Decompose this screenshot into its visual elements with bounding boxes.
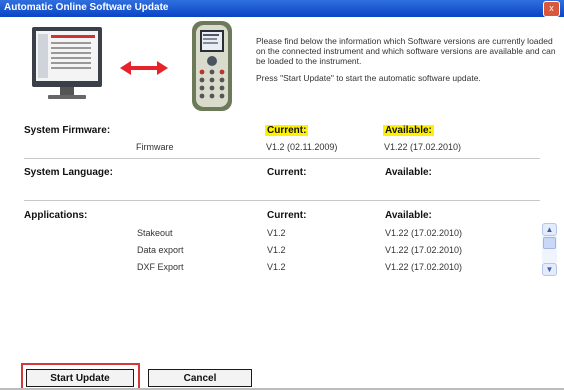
app-available: V1.22 (17.02.2010)	[385, 245, 463, 255]
app-name: Data export	[137, 245, 184, 255]
cancel-button[interactable]: Cancel	[148, 369, 252, 387]
title-bar: Automatic Online Software Update x	[0, 0, 564, 17]
section-label-firmware: System Firmware:	[24, 125, 111, 136]
app-name: Stakeout	[137, 228, 173, 238]
app-current: V1.2	[267, 245, 286, 255]
applications-scrollbar[interactable]: ▲ ▼	[542, 223, 557, 276]
applications-available-header: Available:	[385, 210, 432, 221]
language-current-header: Current:	[267, 167, 307, 178]
firmware-name: Firmware	[136, 142, 174, 152]
app-current: V1.2	[267, 262, 286, 272]
chevron-up-icon: ▲	[545, 225, 554, 234]
start-update-button[interactable]: Start Update	[26, 369, 134, 387]
firmware-available-header: Available:	[383, 125, 434, 136]
firmware-current: V1.2 (02.11.2009)	[266, 142, 338, 152]
app-name: DXF Export	[137, 262, 184, 272]
section-label-applications: Applications:	[24, 210, 88, 221]
instrument-device-icon	[192, 21, 232, 111]
app-available: V1.22 (17.02.2010)	[385, 228, 463, 238]
computer-monitor-icon	[32, 27, 102, 99]
window-title: Automatic Online Software Update	[4, 2, 169, 13]
applications-current-header: Current:	[267, 210, 307, 221]
chevron-down-icon: ▼	[545, 265, 554, 274]
scroll-down-button[interactable]: ▼	[542, 263, 557, 276]
sync-arrow-icon	[120, 61, 168, 75]
intro-line-2: Press "Start Update" to start the automa…	[256, 73, 481, 83]
divider	[24, 158, 540, 159]
section-label-language: System Language:	[24, 167, 113, 178]
divider	[24, 200, 540, 201]
scroll-thumb[interactable]	[543, 237, 556, 249]
firmware-current-header: Current:	[265, 125, 309, 136]
firmware-available: V1.22 (17.02.2010)	[384, 142, 462, 152]
app-available: V1.22 (17.02.2010)	[385, 262, 463, 272]
app-current: V1.2	[267, 228, 286, 238]
scroll-up-button[interactable]: ▲	[542, 223, 557, 236]
language-available-header: Available:	[385, 167, 432, 178]
intro-text: Please find below the information which …	[256, 36, 556, 90]
close-button[interactable]: x	[543, 1, 560, 17]
intro-line-1: Please find below the information which …	[256, 36, 556, 66]
